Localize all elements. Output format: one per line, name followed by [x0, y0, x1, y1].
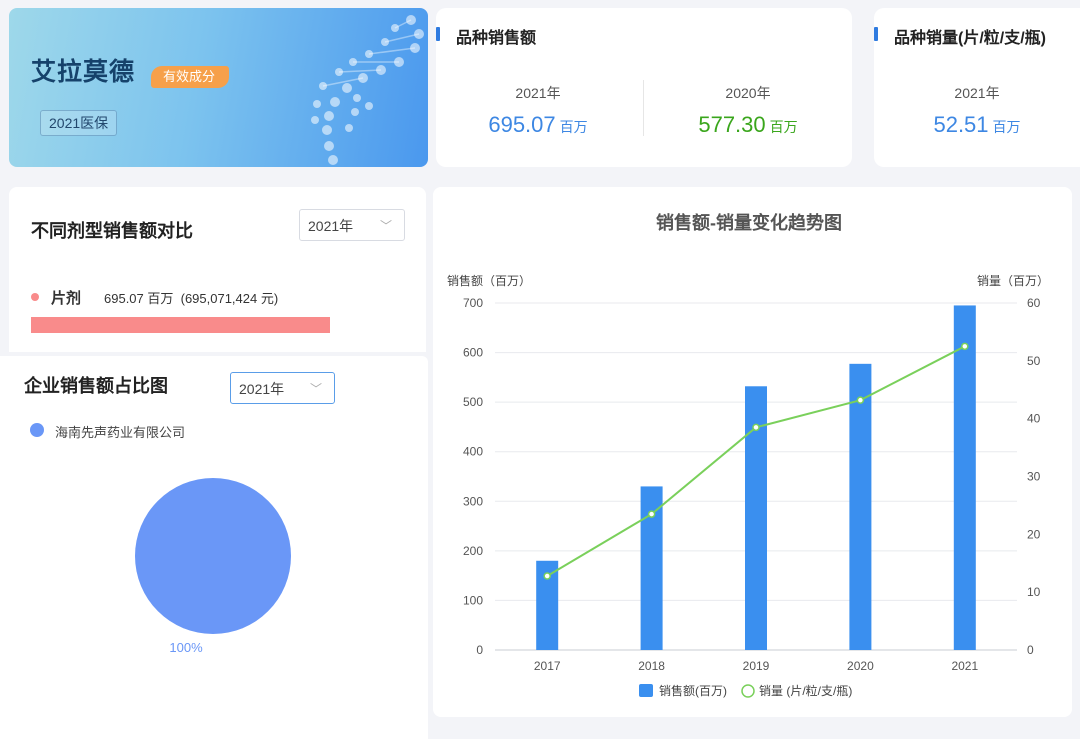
legend-bar-swatch — [639, 684, 653, 697]
chevron-down-icon: ﹀ — [309, 382, 322, 396]
dosage-value-text: 695.07 百万 — [104, 291, 174, 306]
bar-2021[interactable] — [953, 305, 976, 650]
y-right-tick: 40 — [1027, 412, 1041, 426]
trend-chart: 销售额-销量变化趋势图 销售额（百万） 销量（百万） 0100200300400… — [447, 212, 1049, 698]
legend-line-label[interactable]: 销量 (片/粒/支/瓶) — [759, 683, 852, 698]
sales-value-2020: 577.30 百万 — [668, 112, 828, 138]
dosage-detail-text: (695,071,424 元) — [180, 291, 279, 306]
company-year-select[interactable]: 2021年 ﹀ — [230, 372, 335, 404]
sales-year-2020: 2020年 — [725, 85, 771, 101]
divider — [643, 80, 644, 136]
line-point-2019[interactable] — [752, 423, 760, 432]
line-point-2018[interactable] — [647, 510, 656, 518]
volume-number-2021: 52.51 — [933, 112, 989, 137]
bar-layer — [536, 305, 976, 650]
trend-chart-panel: 销售额-销量变化趋势图 销售额（百万） 销量（百万） 0 100 200 300 400… — [433, 187, 1072, 717]
volume-year-2021: 2021年 — [954, 85, 1000, 101]
sales-card: 品种销售额 2021年 695.07 百万 2020年 577.30 百万 — [436, 8, 852, 167]
drug-name: 艾拉莫德 — [31, 58, 136, 86]
y-left-axis-label: 销售额（百万） — [447, 273, 531, 288]
sales-unit-2021: 百万 — [559, 119, 588, 135]
dosage-bar — [31, 317, 330, 333]
bar-2020[interactable] — [849, 363, 872, 650]
volume-value-2021: 52.51 百万 — [897, 112, 1057, 138]
y-right-tick: 50 — [1027, 354, 1041, 368]
x-tick: 2020 — [847, 659, 874, 673]
company-panel: 企业销售额占比图 2021年 ﹀ 海南先声药业有限公司 100% — [0, 356, 428, 739]
chevron-down-icon: ﹀ — [379, 219, 392, 233]
x-tick: 2017 — [534, 659, 561, 673]
company-year-value: 2021年 — [239, 381, 285, 397]
y-left-tick: 100 — [463, 593, 483, 607]
y-right-tick: 10 — [1027, 585, 1041, 599]
y-left-tick: 500 — [463, 395, 483, 409]
y-left-tick: 200 — [463, 544, 483, 558]
y-left-tick: 700 — [463, 296, 483, 310]
sales-unit-2020: 百万 — [769, 119, 798, 135]
x-tick: 2019 — [743, 659, 770, 673]
volume-card-title: 品种销量(片/粒/支/瓶) — [894, 30, 1046, 47]
y-left-tick: 600 — [463, 346, 483, 360]
y-right-tick: 30 — [1027, 470, 1041, 484]
volume-unit-2021: 百万 — [992, 119, 1021, 135]
sales-card-title: 品种销售额 — [456, 30, 537, 47]
dosage-panel: 不同剂型销售额对比 2021年 ﹀ 片剂 695.07 百万 (695,071,… — [9, 187, 426, 352]
accent-bar — [436, 27, 440, 41]
sales-number-2021: 695.07 — [488, 112, 556, 137]
line-point-2021[interactable] — [961, 342, 969, 351]
hero-banner: 艾拉莫德 有效成分 2021医保 — [9, 8, 428, 167]
x-tick: 2021 — [951, 659, 978, 673]
legend-bar-label[interactable]: 销售额(百万) — [659, 683, 727, 698]
chart-title: 销售额-销量变化趋势图 — [656, 212, 842, 233]
ingredient-tag: 有效成分 — [151, 66, 230, 88]
dosage-name: 片剂 — [51, 290, 82, 307]
dosage-year-select[interactable]: 2021年 ﹀ — [299, 209, 405, 241]
y-left-tick: 400 — [463, 445, 483, 459]
volume-card: 品种销量(片/粒/支/瓶) 2021年 52.51 百万 — [874, 8, 1080, 167]
sales-number-2020: 577.30 — [698, 112, 766, 137]
pie-percent-label: 100% — [169, 640, 203, 655]
dna-illustration — [311, 15, 424, 165]
sales-value-2021: 695.07 百万 — [458, 112, 618, 138]
y-right-tick: 0 — [1027, 643, 1034, 657]
y-right-tick: 60 — [1027, 296, 1041, 310]
y-right-axis-label: 销量（百万） — [977, 274, 1049, 288]
y-left-tick: 300 — [463, 494, 483, 508]
company-legend-dot — [30, 423, 44, 437]
dosage-year-value: 2021年 — [308, 218, 354, 234]
line-point-2017[interactable] — [543, 572, 551, 580]
accent-bar — [874, 27, 878, 41]
line-point-2020[interactable] — [856, 396, 865, 404]
y-right-tick: 20 — [1027, 527, 1041, 541]
company-legend-label: 海南先声药业有限公司 — [55, 425, 186, 440]
company-panel-title: 企业销售额占比图 — [24, 376, 168, 396]
sales-year-2021: 2021年 — [515, 85, 561, 101]
dosage-value: 695.07 百万 (695,071,424 元) — [104, 288, 278, 307]
x-tick: 2018 — [638, 659, 665, 673]
insurance-badge: 2021医保 — [40, 110, 118, 136]
dosage-panel-title: 不同剂型销售额对比 — [31, 221, 193, 241]
dosage-dot — [31, 293, 39, 301]
y-left-tick: 0 — [476, 643, 483, 657]
company-pie-chart — [135, 478, 291, 634]
legend-line-swatch — [741, 684, 755, 698]
pie-slice[interactable] — [135, 478, 291, 634]
